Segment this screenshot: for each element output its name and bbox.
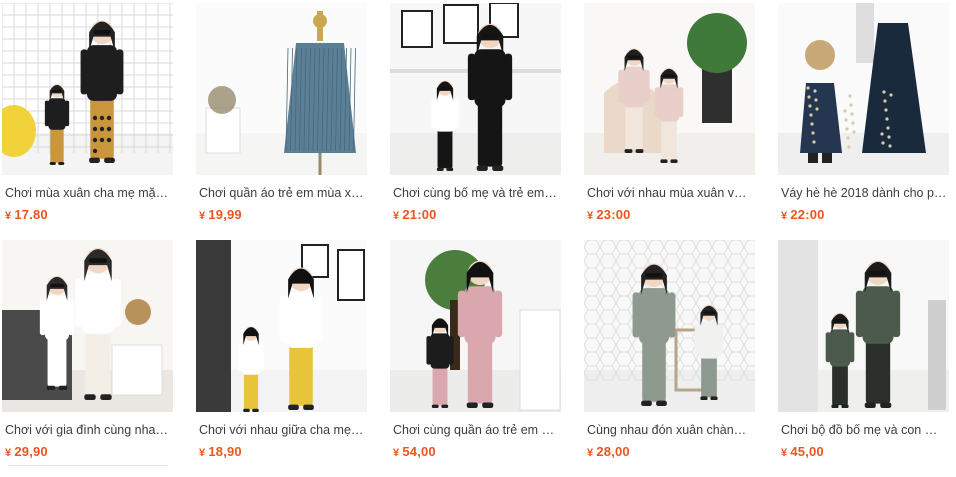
price-value: 29,90 xyxy=(14,444,48,459)
product-image[interactable] xyxy=(2,240,173,412)
product-card[interactable]: Chơi quần áo trẻ em mùa xuâ... ¥19,99 xyxy=(196,3,367,240)
currency-symbol: ¥ xyxy=(781,210,788,222)
product-card[interactable]: Chơi cùng quần áo trẻ em áo ... ¥54,00 xyxy=(390,240,561,477)
product-price: ¥19,99 xyxy=(196,207,367,224)
product-price: ¥21:00 xyxy=(390,207,561,224)
divider xyxy=(8,465,168,466)
currency-symbol: ¥ xyxy=(5,210,12,222)
product-image[interactable] xyxy=(390,3,561,175)
product-photo xyxy=(2,240,173,412)
currency-symbol: ¥ xyxy=(587,210,594,222)
product-photo xyxy=(584,240,755,412)
product-image[interactable] xyxy=(196,3,367,175)
product-card[interactable]: Chơi cùng bố mẹ và trẻ em Á... ¥21:00 xyxy=(390,3,561,240)
product-price: ¥22:00 xyxy=(778,207,949,224)
product-title[interactable]: Cùng nhau đón xuân chàng tr... xyxy=(584,422,753,438)
price-value: 54,00 xyxy=(402,444,436,459)
product-title[interactable]: Chơi với nhau mùa xuân và m... xyxy=(584,185,753,201)
currency-symbol: ¥ xyxy=(781,447,788,459)
product-card[interactable]: Váy hè hè 2018 dành cho phụ... ¥22:00 xyxy=(778,3,949,240)
price-value: 21:00 xyxy=(402,207,437,222)
product-card[interactable]: Chơi bộ đồ bố mẹ và con mùa... ¥45,00 xyxy=(778,240,949,477)
product-image[interactable] xyxy=(778,240,949,412)
product-price: ¥29,90 xyxy=(2,444,173,461)
price-value: 23:00 xyxy=(596,207,631,222)
product-title[interactable]: Váy hè hè 2018 dành cho phụ... xyxy=(778,185,947,201)
product-card[interactable]: Chơi với nhau mùa xuân và m... ¥23:00 xyxy=(584,3,755,240)
product-title[interactable]: Chơi bộ đồ bố mẹ và con mùa... xyxy=(778,422,947,438)
product-price: ¥45,00 xyxy=(778,444,949,461)
price-value: 45,00 xyxy=(790,444,824,459)
product-card[interactable]: Cùng nhau đón xuân chàng tr... ¥28,00 xyxy=(584,240,755,477)
product-photo xyxy=(390,3,561,175)
product-price: ¥54,00 xyxy=(390,444,561,461)
product-price: ¥28,00 xyxy=(584,444,755,461)
currency-symbol: ¥ xyxy=(587,447,594,459)
product-photo xyxy=(196,3,367,175)
product-grid: Chơi mùa xuân cha mẹ mặc c... ¥17.80 Chơ… xyxy=(2,3,954,477)
product-image[interactable] xyxy=(2,3,173,175)
product-photo xyxy=(2,3,173,175)
currency-symbol: ¥ xyxy=(199,447,206,459)
product-image[interactable] xyxy=(196,240,367,412)
price-value: 18,90 xyxy=(208,444,242,459)
product-photo xyxy=(584,3,755,175)
product-photo xyxy=(196,240,367,412)
product-photo xyxy=(778,3,949,175)
product-image[interactable] xyxy=(584,3,755,175)
currency-symbol: ¥ xyxy=(5,447,12,459)
product-image[interactable] xyxy=(390,240,561,412)
currency-symbol: ¥ xyxy=(393,210,400,222)
price-value: 22:00 xyxy=(790,207,825,222)
price-value: 17.80 xyxy=(14,207,48,222)
currency-symbol: ¥ xyxy=(199,210,206,222)
product-image[interactable] xyxy=(584,240,755,412)
product-listing-page: { "products": [ {"title": "Chơi mùa xuân… xyxy=(0,0,956,470)
product-price: ¥17.80 xyxy=(2,207,173,224)
product-price: ¥23:00 xyxy=(584,207,755,224)
product-title[interactable]: Chơi cùng bố mẹ và trẻ em Á... xyxy=(390,185,559,201)
product-title[interactable]: Chơi mùa xuân cha mẹ mặc c... xyxy=(2,185,171,201)
product-title[interactable]: Chơi với nhau giữa cha mẹ và... xyxy=(196,422,365,438)
product-card[interactable]: Chơi với nhau giữa cha mẹ và... ¥18,90 xyxy=(196,240,367,477)
price-value: 28,00 xyxy=(596,444,630,459)
product-title[interactable]: Chơi với gia đình cùng nhau, ... xyxy=(2,422,171,438)
product-card[interactable]: Chơi với gia đình cùng nhau, ... ¥29,90 xyxy=(2,240,173,477)
product-title[interactable]: Chơi cùng quần áo trẻ em áo ... xyxy=(390,422,559,438)
product-image[interactable] xyxy=(778,3,949,175)
product-price: ¥18,90 xyxy=(196,444,367,461)
product-photo xyxy=(778,240,949,412)
price-value: 19,99 xyxy=(208,207,242,222)
product-title[interactable]: Chơi quần áo trẻ em mùa xuâ... xyxy=(196,185,365,201)
product-card[interactable]: Chơi mùa xuân cha mẹ mặc c... ¥17.80 xyxy=(2,3,173,240)
currency-symbol: ¥ xyxy=(393,447,400,459)
product-photo xyxy=(390,240,561,412)
